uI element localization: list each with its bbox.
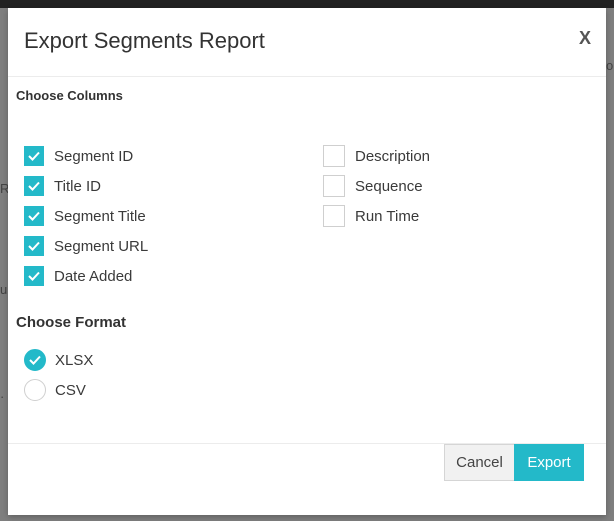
column-option-label: Title ID — [54, 177, 101, 195]
column-option-date-added[interactable]: Date Added — [24, 265, 132, 287]
export-segments-modal: Export Segments Report X — [8, 8, 606, 515]
checkbox-unchecked[interactable] — [323, 175, 345, 197]
radio-selected[interactable] — [24, 349, 46, 371]
column-option-label: Date Added — [54, 267, 133, 285]
close-button[interactable]: X — [579, 28, 591, 49]
cancel-button[interactable]: Cancel — [444, 444, 515, 481]
checkbox-checked[interactable] — [24, 176, 44, 196]
column-option-label: Segment ID — [54, 147, 134, 165]
checkbox-checked[interactable] — [24, 146, 44, 166]
column-option-title-id[interactable]: Title ID — [24, 175, 101, 197]
column-option-segment-id[interactable]: Segment ID — [24, 145, 133, 167]
backdrop-fragment: o — [606, 58, 614, 73]
checkbox-unchecked[interactable] — [323, 205, 345, 227]
modal-header: Export Segments Report X — [8, 8, 606, 77]
checkbox-unchecked[interactable] — [323, 145, 345, 167]
format-option-label: XLSX — [55, 351, 94, 369]
export-button[interactable]: Export — [514, 444, 584, 481]
checkbox-checked[interactable] — [24, 206, 44, 226]
checkbox-checked[interactable] — [24, 266, 44, 286]
radio-unselected[interactable] — [24, 379, 46, 401]
column-option-label: Sequence — [355, 177, 423, 195]
column-option-label: Segment Title — [54, 207, 146, 225]
app-top-bar — [0, 0, 614, 8]
checkmark-icon — [28, 241, 40, 251]
column-option-run-time[interactable]: Run Time — [323, 205, 419, 227]
modal-title: Export Segments Report — [24, 28, 265, 53]
column-option-sequence[interactable]: Sequence — [323, 175, 423, 197]
format-option-xlsx[interactable]: XLSX — [24, 349, 93, 371]
column-option-segment-url[interactable]: Segment URL — [24, 235, 148, 257]
column-option-label: Description — [355, 147, 431, 165]
checkmark-icon — [29, 355, 41, 365]
column-option-label: Run Time — [355, 207, 420, 225]
checkmark-icon — [28, 211, 40, 221]
modal-body — [8, 77, 606, 444]
format-option-csv[interactable]: CSV — [24, 379, 86, 401]
choose-columns-label: Choose Columns — [16, 88, 123, 103]
backdrop-fragment: · — [0, 389, 5, 404]
checkmark-icon — [28, 181, 40, 191]
column-option-segment-title[interactable]: Segment Title — [24, 205, 146, 227]
choose-format-label: Choose Format — [16, 314, 127, 331]
column-option-description[interactable]: Description — [323, 145, 430, 167]
checkbox-checked[interactable] — [24, 236, 44, 256]
column-option-label: Segment URL — [54, 237, 149, 255]
checkmark-icon — [28, 271, 40, 281]
backdrop-fragment: u — [0, 282, 8, 297]
format-option-label: CSV — [55, 381, 86, 399]
checkmark-icon — [28, 151, 40, 161]
